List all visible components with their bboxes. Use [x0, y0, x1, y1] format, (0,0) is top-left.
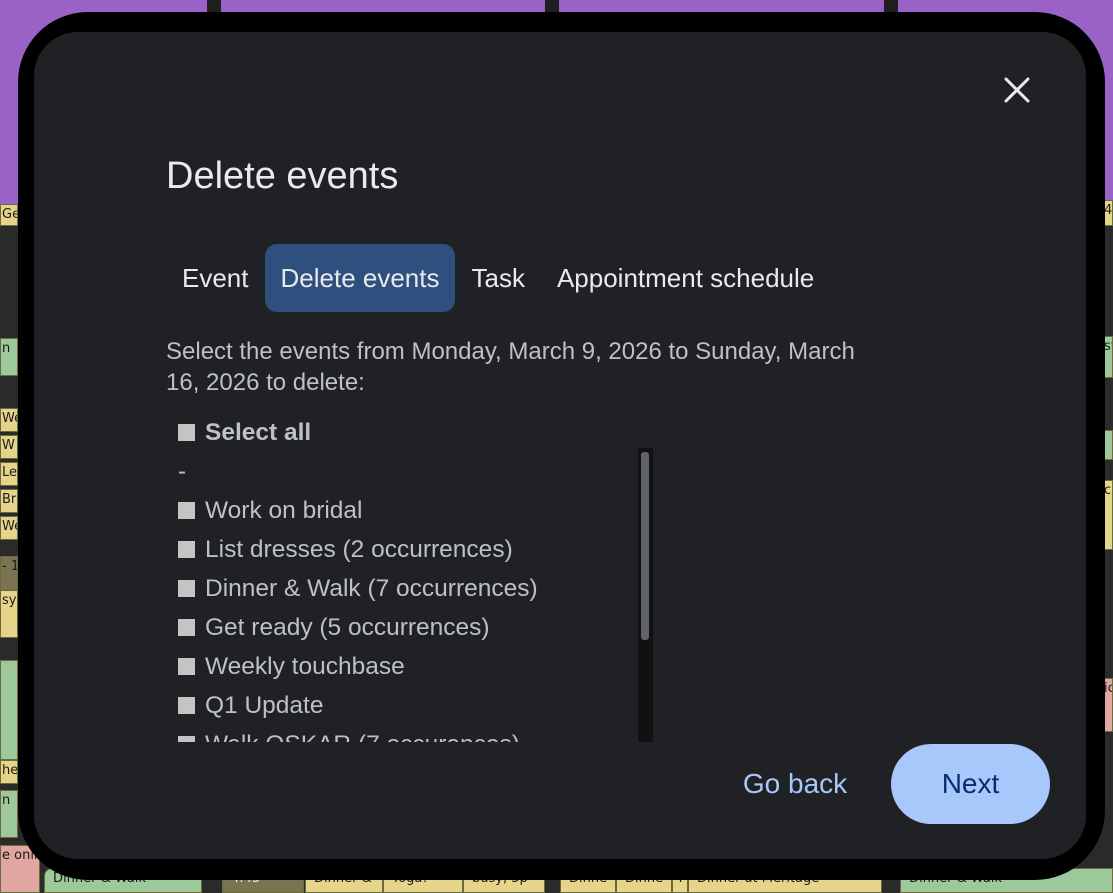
list-separator: -	[178, 457, 186, 485]
next-button[interactable]: Next	[891, 744, 1050, 824]
event-checkbox[interactable]	[178, 736, 195, 742]
list-item[interactable]: Q1 Update	[178, 686, 654, 725]
calendar-chip[interactable]: Ge	[0, 204, 18, 226]
select-all-label: Select all	[205, 418, 312, 446]
tab-task[interactable]: Task	[455, 244, 540, 312]
select-all-checkbox[interactable]	[178, 424, 195, 441]
dialog-tabs: Event Delete events Task Appointment sch…	[166, 244, 830, 312]
select-all-row[interactable]: Select all	[178, 413, 654, 452]
event-label: Get ready (5 occurrences)	[205, 613, 490, 641]
event-label: Q1 Update	[205, 691, 324, 719]
calendar-chip[interactable]	[0, 660, 18, 760]
event-label: Work on bridal	[205, 496, 363, 524]
event-label: Dinner & Walk (7 occurrences)	[205, 574, 538, 602]
calendar-chip[interactable]: sy,	[0, 590, 18, 638]
event-checkbox[interactable]	[178, 580, 195, 597]
list-item[interactable]: Weekly touchbase	[178, 647, 654, 686]
dialog-description: Select the events from Monday, March 9, …	[166, 338, 855, 396]
list-item[interactable]: List dresses (2 occurrences)	[178, 530, 654, 569]
event-label: List dresses (2 occurrences)	[205, 535, 513, 563]
calendar-chip[interactable]: We	[0, 408, 18, 432]
dialog-title: Delete events	[166, 155, 399, 197]
calendar-chip[interactable]: hed	[0, 760, 18, 784]
close-icon	[1004, 77, 1030, 103]
scrollbar-thumb[interactable]	[641, 452, 649, 640]
calendar-chip[interactable]: W	[0, 435, 18, 459]
calendar-chip[interactable]: Le	[0, 462, 18, 486]
list-item[interactable]: Dinner & Walk (7 occurrences)	[178, 569, 654, 608]
event-list[interactable]: Select all - Work on bridal List dresses…	[178, 413, 654, 742]
event-checkbox[interactable]	[178, 502, 195, 519]
calendar-chip[interactable]: We	[0, 516, 18, 540]
event-checkbox[interactable]	[178, 658, 195, 675]
event-checkbox[interactable]	[178, 619, 195, 636]
event-label: Walk OSKAR (7 occurences)	[205, 731, 520, 743]
tab-delete-events[interactable]: Delete events	[264, 244, 456, 312]
event-label: Weekly touchbase	[205, 652, 405, 680]
close-button[interactable]	[995, 68, 1039, 112]
event-checkbox[interactable]	[178, 541, 195, 558]
tab-appointment-schedule[interactable]: Appointment schedule	[541, 244, 830, 312]
calendar-chip[interactable]: n	[0, 338, 18, 376]
calendar-chip[interactable]: Br	[0, 489, 18, 513]
calendar-chip[interactable]: n	[0, 790, 18, 838]
list-item[interactable]: Walk OSKAR (7 occurences)	[178, 725, 654, 742]
event-checkbox[interactable]	[178, 697, 195, 714]
go-back-button[interactable]: Go back	[724, 744, 866, 824]
tab-event[interactable]: Event	[166, 244, 265, 312]
list-item[interactable]: Get ready (5 occurrences)	[178, 608, 654, 647]
list-item[interactable]: Work on bridal	[178, 491, 654, 530]
